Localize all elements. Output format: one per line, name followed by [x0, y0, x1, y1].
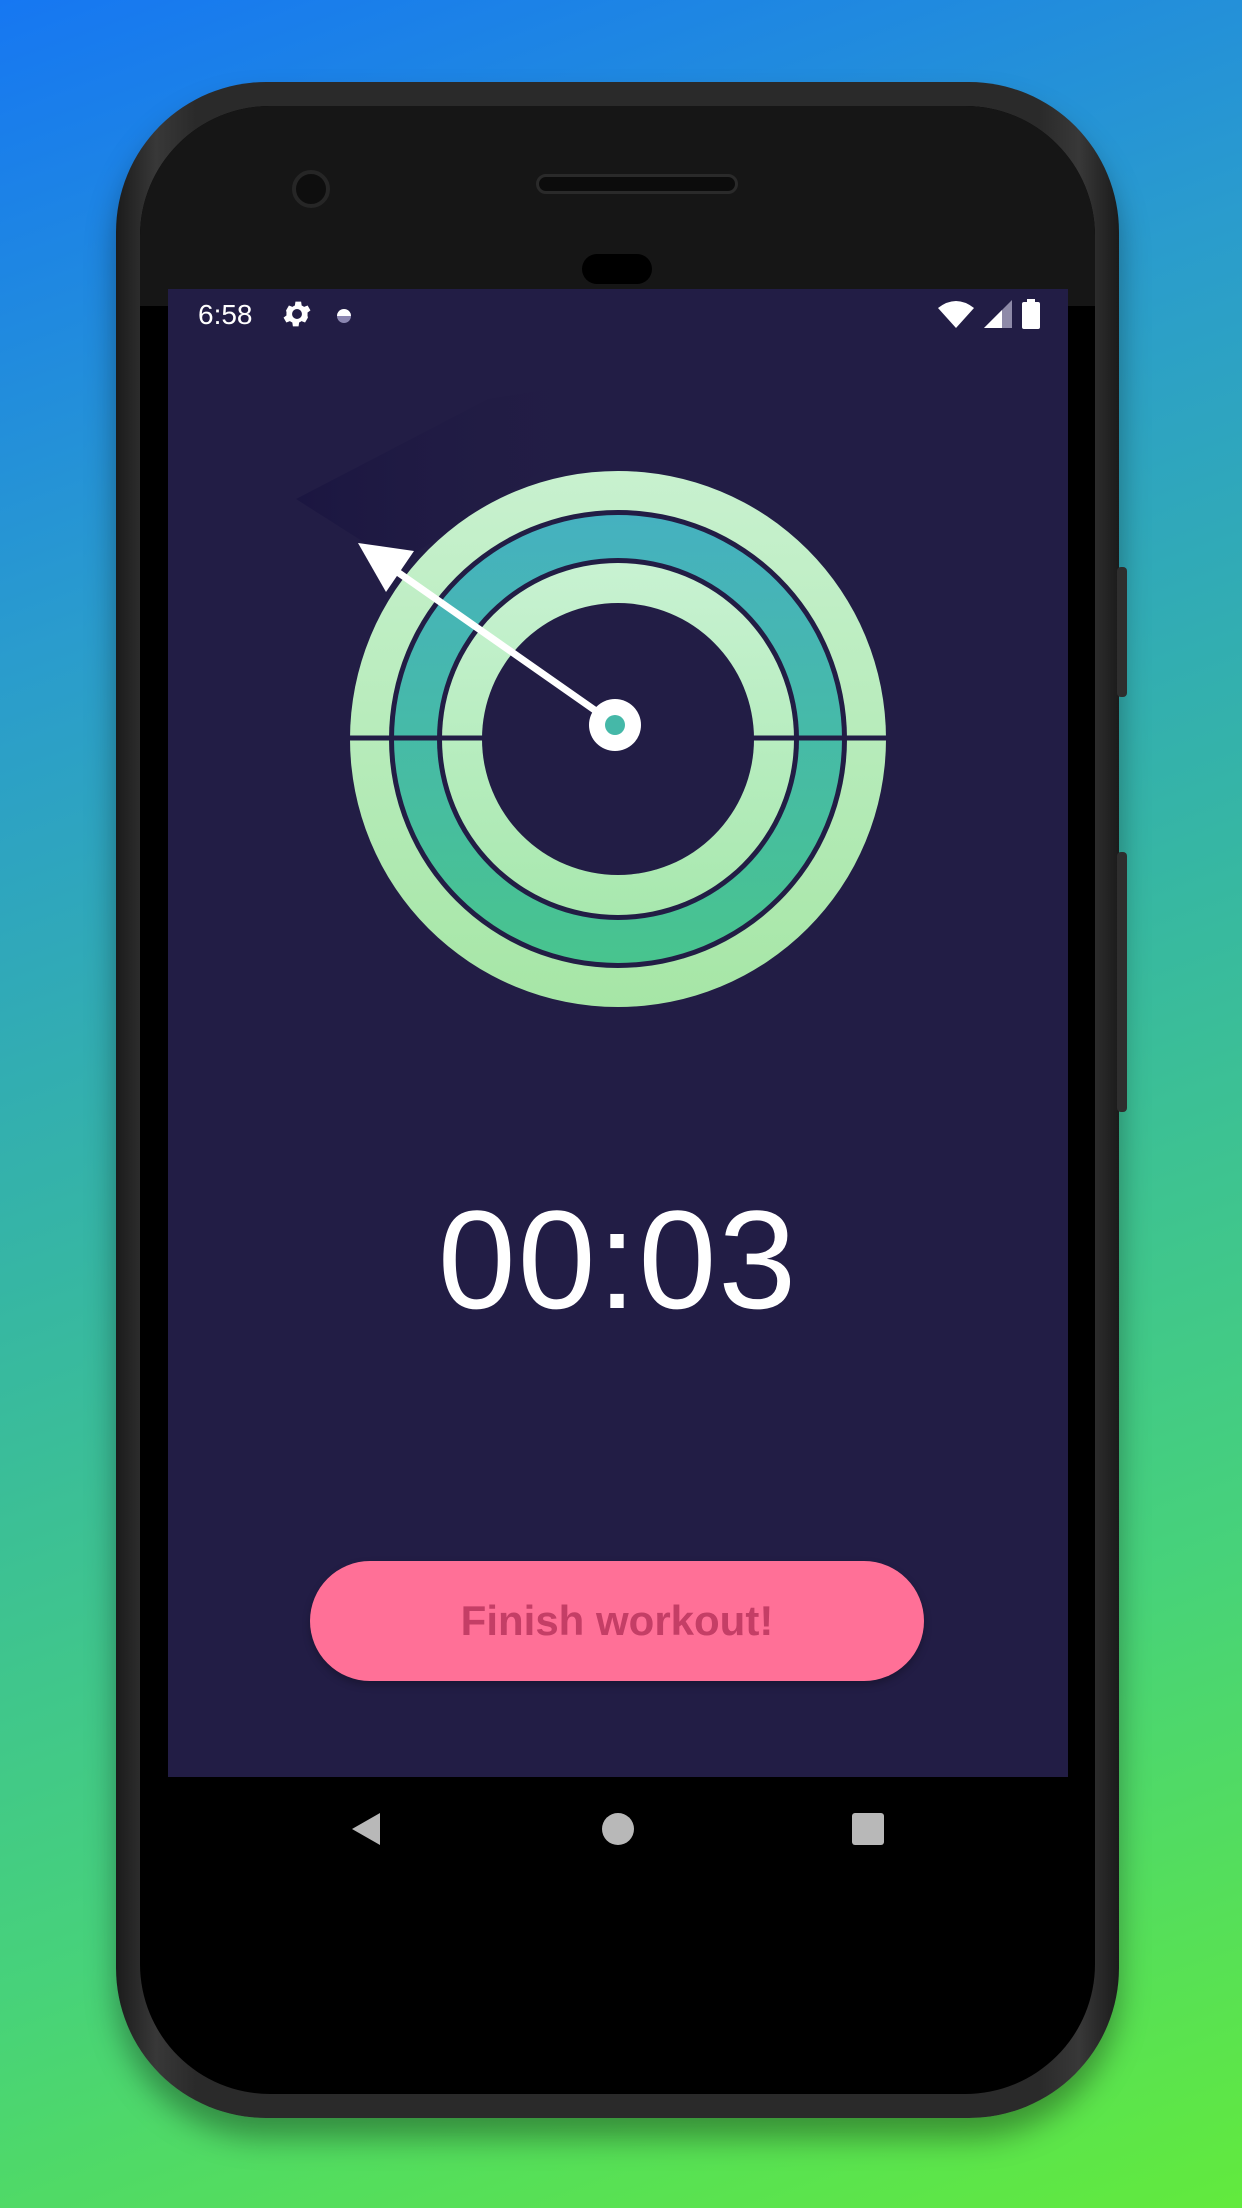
volume-button	[1117, 852, 1127, 1112]
back-icon[interactable]	[346, 1809, 386, 1849]
recents-icon[interactable]	[848, 1809, 888, 1849]
elapsed-timer: 00:03	[437, 1181, 799, 1338]
workout-clock	[296, 379, 908, 1007]
front-camera	[292, 170, 330, 208]
navigation-bar	[168, 1777, 1068, 1882]
power-button	[1117, 567, 1127, 697]
phone-top-bezel	[140, 106, 1095, 306]
app-screen: 6:58 00:03 Finish workout!	[168, 289, 1068, 1777]
home-icon[interactable]	[598, 1809, 638, 1849]
earpiece-speaker	[536, 174, 738, 194]
proximity-sensor	[582, 254, 652, 284]
pivot-center	[605, 715, 625, 735]
finish-workout-button[interactable]: Finish workout!	[310, 1561, 924, 1681]
